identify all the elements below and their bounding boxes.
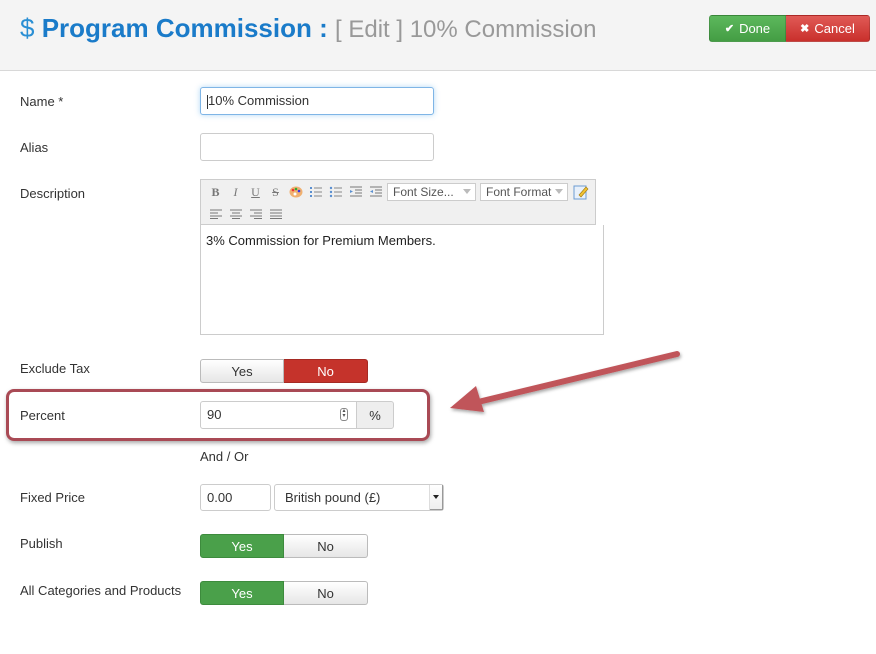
publish-toggle: Yes No	[200, 534, 368, 558]
currency-value: British pound (£)	[285, 490, 381, 505]
color-palette-icon[interactable]	[287, 183, 304, 201]
bold-button[interactable]: B	[207, 183, 224, 201]
description-label: Description	[20, 186, 86, 201]
check-icon: ✔	[724, 23, 735, 35]
fixed-price-label: Fixed Price	[20, 490, 86, 505]
title-subtitle: [ Edit ] 10% Commission	[335, 16, 597, 43]
align-left-icon[interactable]	[207, 205, 224, 223]
font-format-label: Font Format	[486, 185, 552, 199]
alias-label: Alias	[20, 140, 49, 155]
close-icon: ✖	[800, 23, 810, 35]
font-size-label: Font Size...	[393, 185, 454, 199]
editor-toolbar: B I U S Font Size... Font Format	[200, 179, 596, 225]
cancel-label: Cancel	[814, 21, 855, 36]
description-textarea[interactable]: 3% Commission for Premium Members.	[200, 225, 604, 335]
font-format-select[interactable]: Font Format	[480, 183, 568, 201]
name-input[interactable]: 10% Commission	[200, 87, 434, 115]
toolbar-row-2	[207, 205, 287, 223]
done-label: Done	[739, 21, 771, 36]
fixed-price-value: 0.00	[207, 490, 233, 505]
all-categories-label: All Categories and Products	[20, 583, 182, 598]
all-categories-no[interactable]: No	[284, 581, 368, 605]
spinner-icon[interactable]: ▴ ▾	[340, 408, 348, 421]
all-categories-toggle: Yes No	[200, 581, 368, 605]
annotation-arrow	[450, 351, 680, 412]
fixed-price-input[interactable]: 0.00	[200, 484, 271, 511]
alias-input[interactable]	[200, 133, 434, 161]
publish-no[interactable]: No	[284, 534, 368, 558]
dollar-icon: $	[20, 13, 35, 43]
description-value: 3% Commission for Premium Members.	[206, 233, 436, 248]
ordered-list-icon[interactable]	[307, 183, 324, 201]
italic-button[interactable]: I	[227, 183, 244, 201]
toolbar-row-1: B I U S Font Size... Font Format	[207, 183, 592, 201]
percent-addon: %	[356, 401, 394, 429]
action-buttons: ✔ Done ✖ Cancel	[709, 15, 870, 42]
and-or-label: And / Or	[200, 449, 249, 464]
align-justify-icon[interactable]	[267, 205, 284, 223]
strikethrough-button[interactable]: S	[267, 183, 284, 201]
currency-select[interactable]: British pound (£)	[274, 484, 444, 511]
publish-yes[interactable]: Yes	[200, 534, 284, 558]
font-size-select[interactable]: Font Size...	[387, 183, 476, 201]
chevron-down-icon	[429, 485, 443, 510]
outdent-icon[interactable]	[347, 183, 364, 201]
publish-label: Publish	[20, 536, 63, 551]
title-main: Program Commission :	[41, 13, 328, 43]
edit-html-icon[interactable]	[572, 183, 589, 201]
name-value: 10% Commission	[208, 93, 310, 108]
exclude-tax-label: Exclude Tax	[20, 361, 90, 376]
all-categories-yes[interactable]: Yes	[200, 581, 284, 605]
name-label: Name *	[20, 94, 64, 109]
percent-value: 90	[207, 407, 222, 422]
done-button[interactable]: ✔ Done	[709, 15, 786, 42]
page-title: $ Program Commission : [ Edit ] 10% Comm…	[20, 12, 596, 46]
percent-input[interactable]: 90	[200, 401, 357, 429]
indent-icon[interactable]	[367, 183, 384, 201]
unordered-list-icon[interactable]	[327, 183, 344, 201]
align-center-icon[interactable]	[227, 205, 244, 223]
chevron-down-icon	[463, 189, 471, 194]
align-right-icon[interactable]	[247, 205, 264, 223]
page-header: $ Program Commission : [ Edit ] 10% Comm…	[0, 0, 876, 71]
cancel-button[interactable]: ✖ Cancel	[786, 15, 870, 42]
exclude-tax-yes[interactable]: Yes	[200, 359, 284, 383]
exclude-tax-toggle: Yes No	[200, 359, 368, 383]
underline-button[interactable]: U	[247, 183, 264, 201]
exclude-tax-no[interactable]: No	[284, 359, 368, 383]
arrow-shape	[450, 351, 680, 412]
percent-label: Percent	[20, 408, 65, 423]
chevron-down-icon	[555, 189, 563, 194]
